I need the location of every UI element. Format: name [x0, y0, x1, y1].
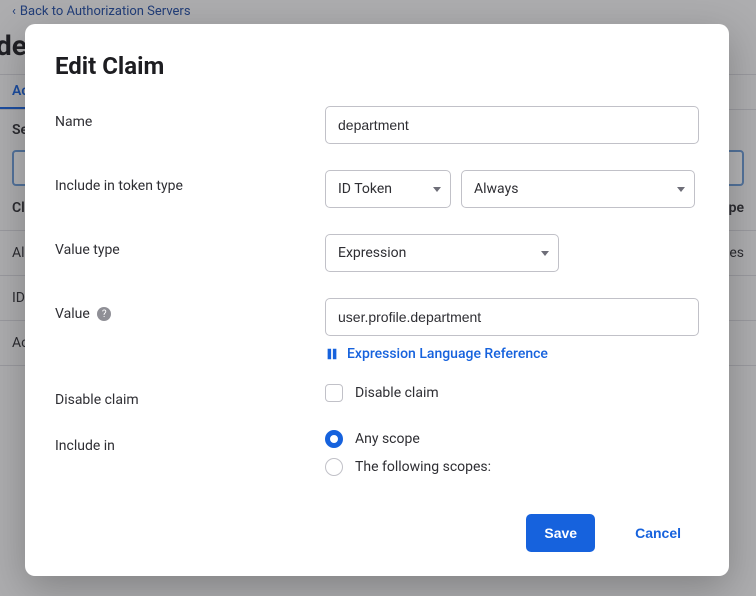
label-include-in: Include in [55, 430, 325, 454]
radio-icon [325, 430, 343, 448]
row-include-in: Include in Any scope The following scope… [55, 430, 699, 476]
modal-title: Edit Claim [55, 52, 699, 80]
value-type-select[interactable]: Expression [325, 234, 559, 272]
chevron-down-icon [677, 187, 685, 192]
chevron-down-icon [541, 251, 549, 256]
token-type-value: ID Token [338, 181, 392, 197]
book-icon [325, 347, 339, 361]
token-type-select[interactable]: ID Token [325, 170, 451, 208]
value-type-value: Expression [338, 245, 406, 261]
label-name: Name [55, 106, 325, 130]
disable-claim-checkbox-label: Disable claim [355, 385, 439, 401]
label-value: Value ? [55, 298, 325, 322]
edit-claim-form: Name Include in token type ID Token [55, 106, 699, 506]
chevron-down-icon [433, 187, 441, 192]
name-input[interactable] [325, 106, 699, 144]
cancel-button[interactable]: Cancel [617, 514, 699, 552]
label-value-type: Value type [55, 234, 325, 258]
row-value: Value ? Expression Language Reference [55, 298, 699, 362]
edit-claim-modal: Edit Claim Name Include in token type ID… [25, 24, 729, 576]
row-name: Name [55, 106, 699, 144]
radio-following-scopes[interactable]: The following scopes: [325, 458, 699, 476]
el-ref-text: Expression Language Reference [347, 346, 548, 362]
row-disable-claim: Disable claim Disable claim [55, 384, 699, 408]
token-when-value: Always [474, 181, 518, 197]
radio-any-label: Any scope [355, 431, 420, 447]
expression-language-reference-link[interactable]: Expression Language Reference [325, 346, 699, 362]
modal-actions: Save Cancel [55, 506, 699, 552]
save-button[interactable]: Save [526, 514, 595, 552]
disable-claim-checkbox[interactable] [325, 384, 343, 402]
value-input[interactable] [325, 298, 699, 336]
row-value-type: Value type Expression [55, 234, 699, 272]
row-include-token: Include in token type ID Token Always [55, 170, 699, 208]
help-icon[interactable]: ? [97, 307, 111, 321]
token-when-select[interactable]: Always [461, 170, 695, 208]
radio-icon [325, 458, 343, 476]
radio-any-scope[interactable]: Any scope [325, 430, 699, 448]
radio-following-label: The following scopes: [355, 459, 491, 475]
label-disable-claim: Disable claim [55, 384, 325, 408]
label-include-token: Include in token type [55, 170, 325, 194]
